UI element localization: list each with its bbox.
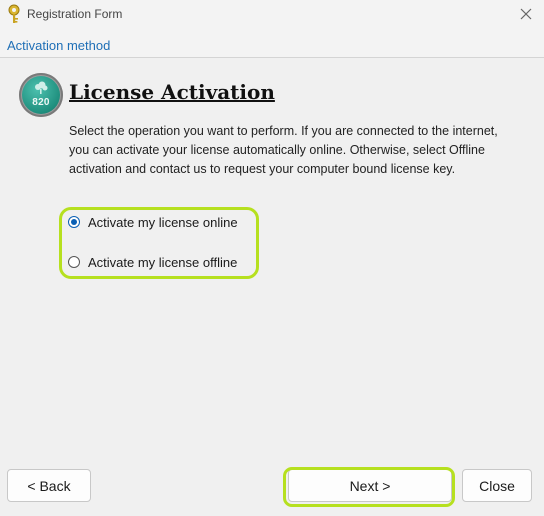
cloud-badge-icon — [35, 81, 48, 94]
close-icon[interactable] — [516, 4, 536, 24]
window-title: Registration Form — [27, 7, 123, 21]
key-icon — [8, 4, 20, 23]
product-badge: 820 — [19, 73, 63, 117]
page-title: License Activation — [69, 80, 275, 104]
description-text: Select the operation you want to perform… — [69, 124, 498, 176]
close-button[interactable]: Close — [462, 469, 532, 502]
badge-label: 820 — [32, 97, 50, 108]
back-button[interactable]: < Back — [7, 469, 91, 502]
highlight-radio-group — [59, 207, 259, 279]
badge-disc: 820 — [22, 76, 60, 114]
breadcrumb-bar: Activation method — [0, 29, 544, 58]
footer-bar: < Back Next > Close — [0, 457, 544, 516]
breadcrumb: Activation method — [7, 38, 111, 53]
highlight-next-button — [283, 467, 455, 507]
title-bar: Registration Form — [0, 0, 544, 29]
